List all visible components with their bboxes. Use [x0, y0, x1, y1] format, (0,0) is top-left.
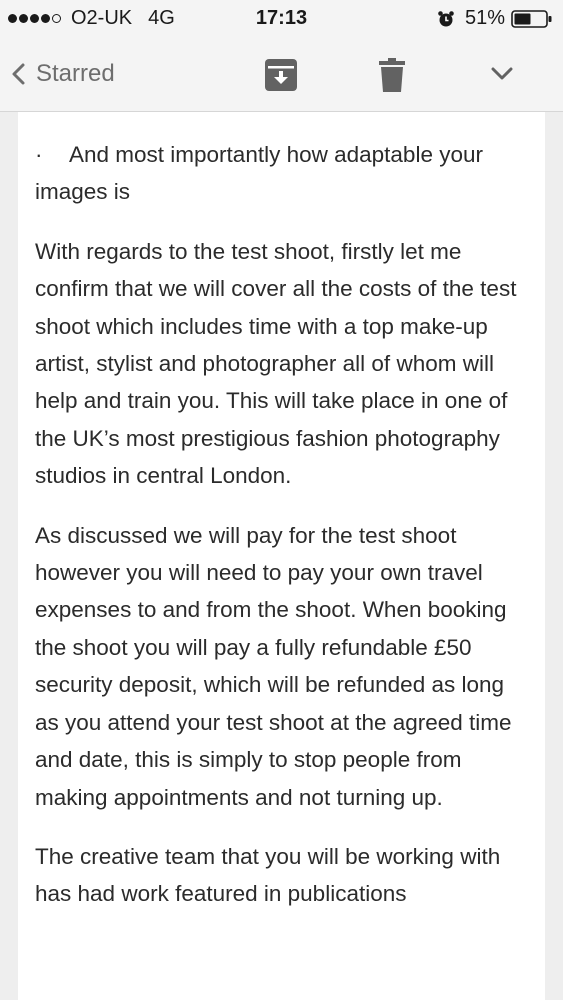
email-body: · And most importantly how adaptable your…	[18, 112, 545, 913]
battery-percentage: 51%	[464, 7, 505, 29]
chevron-down-icon	[490, 66, 514, 82]
paragraph-payment: As discussed we will pay for the test sh…	[35, 522, 512, 810]
alarm-icon	[437, 10, 455, 28]
bullet-item: · And most importantly how adaptable your…	[35, 136, 529, 211]
status-right: 51%	[437, 7, 553, 30]
bullet-symbol: ·	[35, 142, 43, 167]
email-content-card: · And most importantly how adaptable your…	[18, 112, 545, 1000]
chevron-left-icon	[10, 62, 26, 86]
battery-icon	[511, 9, 553, 29]
trash-button[interactable]	[378, 57, 406, 93]
archive-button[interactable]	[264, 58, 298, 92]
trash-icon	[378, 57, 406, 93]
back-button[interactable]: Starred	[10, 60, 115, 88]
archive-icon	[264, 58, 298, 92]
bullet-text: And most importantly how adaptable your …	[35, 142, 483, 205]
more-options-button[interactable]	[490, 66, 514, 82]
nav-bar: Starred	[0, 38, 563, 112]
back-label: Starred	[36, 60, 115, 87]
status-bar: O2-UK 4G 17:13 51%	[0, 0, 563, 38]
paragraph-creative-team: The creative team that you will be worki…	[35, 843, 501, 907]
paragraph-test-shoot: With regards to the test shoot, firstly …	[35, 238, 517, 489]
